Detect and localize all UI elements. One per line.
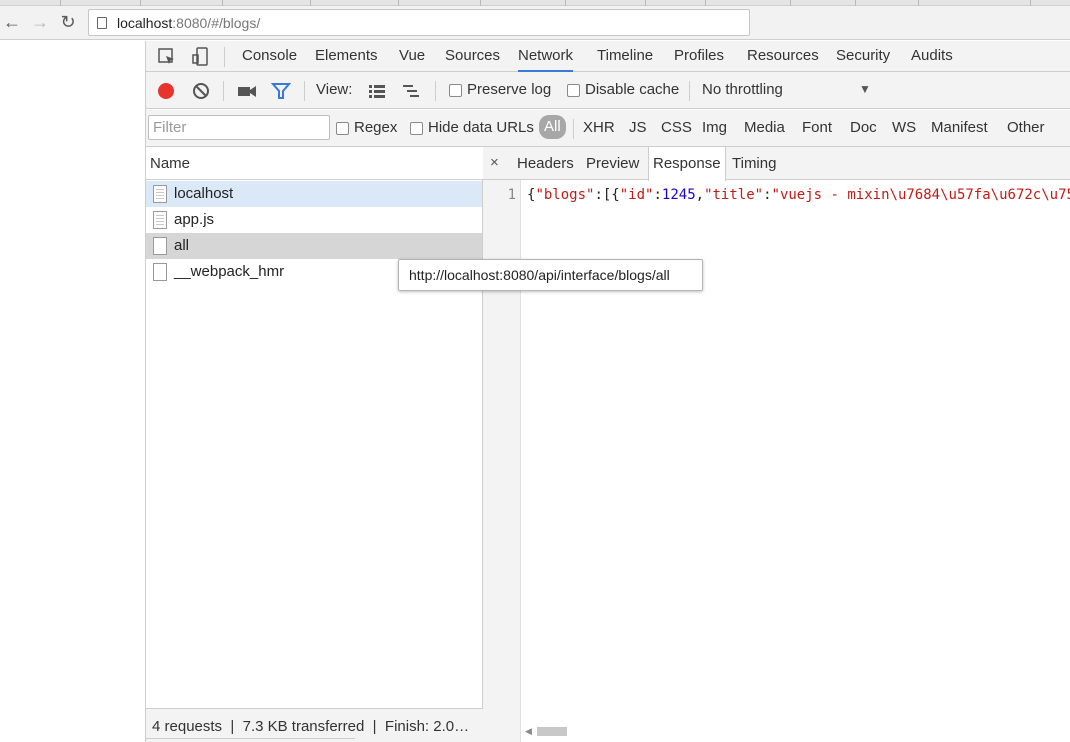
tab-audits[interactable]: Audits [911, 41, 953, 72]
reload-icon[interactable]: ↻ [56, 10, 80, 34]
code-token: : [763, 187, 772, 203]
request-row-all[interactable]: all [146, 233, 482, 259]
request-row-app-js[interactable]: app.js [146, 207, 482, 233]
divider [689, 81, 690, 101]
tab-timing[interactable]: Timing [732, 147, 776, 180]
filter-other[interactable]: Other [1007, 119, 1045, 136]
request-detail-pane: × Headers Preview Response Timing 1 {"bl… [483, 147, 1070, 742]
regex-checkbox[interactable] [336, 122, 349, 135]
code-token: "vuejs - mixin\u7684\u57fa\u672c\u75 [771, 187, 1070, 203]
name-header-label: Name [150, 155, 191, 172]
code-token: : [653, 187, 662, 203]
page-content [0, 41, 145, 742]
waterfall-overview-icon[interactable] [401, 81, 421, 101]
url-tooltip: http://localhost:8080/api/interface/blog… [398, 259, 703, 291]
code-token: 1245 [661, 187, 696, 203]
tab-network[interactable]: Network [518, 41, 574, 72]
filter-bar: Regex Hide data URLs All XHR JS CSS Img … [146, 110, 1070, 147]
devtools-panel: Console Elements Vue Sources Network Tim… [145, 41, 1070, 742]
horizontal-scrollbar[interactable]: ◀ [521, 726, 1070, 736]
code-token: , [695, 187, 705, 203]
disable-cache-label: Disable cache [585, 81, 680, 98]
tab-console[interactable]: Console [242, 41, 297, 72]
tab-timeline[interactable]: Timeline [597, 41, 653, 72]
document-icon [153, 185, 167, 203]
filter-input[interactable] [148, 115, 330, 140]
page-icon [97, 16, 107, 29]
code-token: :[{ [594, 187, 620, 203]
network-toolbar: View: Preserve log Disable cache No thro… [146, 72, 1070, 109]
close-icon[interactable]: × [490, 154, 499, 171]
filter-doc[interactable]: Doc [850, 119, 877, 136]
filter-icon[interactable] [271, 81, 291, 101]
code-token: "blogs" [535, 187, 595, 203]
drawer-edge [145, 738, 355, 742]
divider [435, 81, 436, 101]
tab-response[interactable]: Response [648, 147, 726, 181]
response-body[interactable]: {"blogs":[{"id":1245,"title":"vuejs - mi… [527, 187, 1070, 203]
tab-resources[interactable]: Resources [747, 41, 819, 72]
device-toolbar-icon[interactable] [190, 46, 212, 68]
line-number: 1 [507, 187, 516, 203]
filter-media[interactable]: Media [744, 119, 785, 136]
detail-tabbar: × Headers Preview Response Timing [483, 147, 1070, 181]
tab-profiles[interactable]: Profiles [674, 41, 724, 72]
disable-cache-checkbox[interactable] [567, 84, 580, 97]
filter-css[interactable]: CSS [661, 119, 692, 136]
filter-all[interactable]: All [539, 115, 566, 139]
filter-manifest[interactable]: Manifest [931, 119, 988, 136]
hide-data-urls-label: Hide data URLs [428, 119, 534, 136]
script-file-icon [153, 211, 167, 229]
request-row-localhost[interactable]: localhost [146, 181, 482, 207]
request-name: all [174, 237, 190, 254]
network-summary-bar: 4 requests | 7.3 KB transferred | Finish… [146, 708, 483, 742]
tab-sources[interactable]: Sources [445, 41, 500, 72]
scrollbar-thumb[interactable] [537, 727, 567, 736]
devtools-tabbar: Console Elements Vue Sources Network Tim… [146, 41, 1070, 72]
name-column-header[interactable]: Name [146, 147, 483, 180]
file-icon [153, 237, 167, 255]
code-token: "title" [704, 187, 764, 203]
divider [573, 119, 574, 139]
filter-font[interactable]: Font [802, 119, 832, 136]
browser-navbar: ← → ↻ localhost:8080/#/blogs/ [0, 6, 1070, 40]
network-summary: 4 requests | 7.3 KB transferred | Finish… [152, 718, 470, 735]
back-arrow-icon[interactable]: ← [0, 10, 24, 34]
tab-vue[interactable]: Vue [399, 41, 425, 72]
divider [223, 81, 224, 101]
scroll-left-icon[interactable]: ◀ [525, 726, 532, 737]
request-name: localhost [174, 185, 234, 202]
filter-ws[interactable]: WS [892, 119, 916, 136]
filter-xhr[interactable]: XHR [583, 119, 615, 136]
tab-preview[interactable]: Preview [586, 147, 639, 180]
code-token: "id" [619, 187, 654, 203]
url-host: localhost [117, 14, 173, 31]
address-bar[interactable]: localhost:8080/#/blogs/ [88, 9, 750, 36]
request-list: Name localhost app.js all __webpack_hmr … [146, 147, 483, 742]
inspect-element-icon[interactable] [156, 46, 178, 68]
record-icon[interactable] [156, 81, 176, 101]
dropdown-arrow-icon[interactable]: ▼ [859, 82, 871, 96]
capture-screenshots-icon[interactable] [237, 81, 257, 101]
view-label: View: [316, 81, 353, 98]
tab-headers[interactable]: Headers [517, 147, 574, 180]
preserve-log-label: Preserve log [467, 81, 552, 98]
request-name: app.js [174, 211, 215, 228]
request-name: __webpack_hmr [174, 263, 285, 280]
tab-elements[interactable]: Elements [315, 41, 378, 72]
regex-label: Regex [354, 119, 398, 136]
tab-security[interactable]: Security [836, 41, 890, 72]
hide-data-urls-checkbox[interactable] [410, 122, 423, 135]
forward-arrow-icon[interactable]: → [28, 10, 52, 34]
clear-icon[interactable] [191, 81, 211, 101]
file-icon [153, 263, 167, 281]
large-rows-icon[interactable] [367, 81, 387, 101]
throttling-select[interactable]: No throttling [702, 81, 783, 98]
url-path: :8080/#/blogs/ [172, 14, 261, 31]
filter-img[interactable]: Img [702, 119, 727, 136]
preserve-log-checkbox[interactable] [449, 84, 462, 97]
filter-js[interactable]: JS [629, 119, 647, 136]
divider [224, 47, 225, 67]
divider [304, 81, 305, 101]
